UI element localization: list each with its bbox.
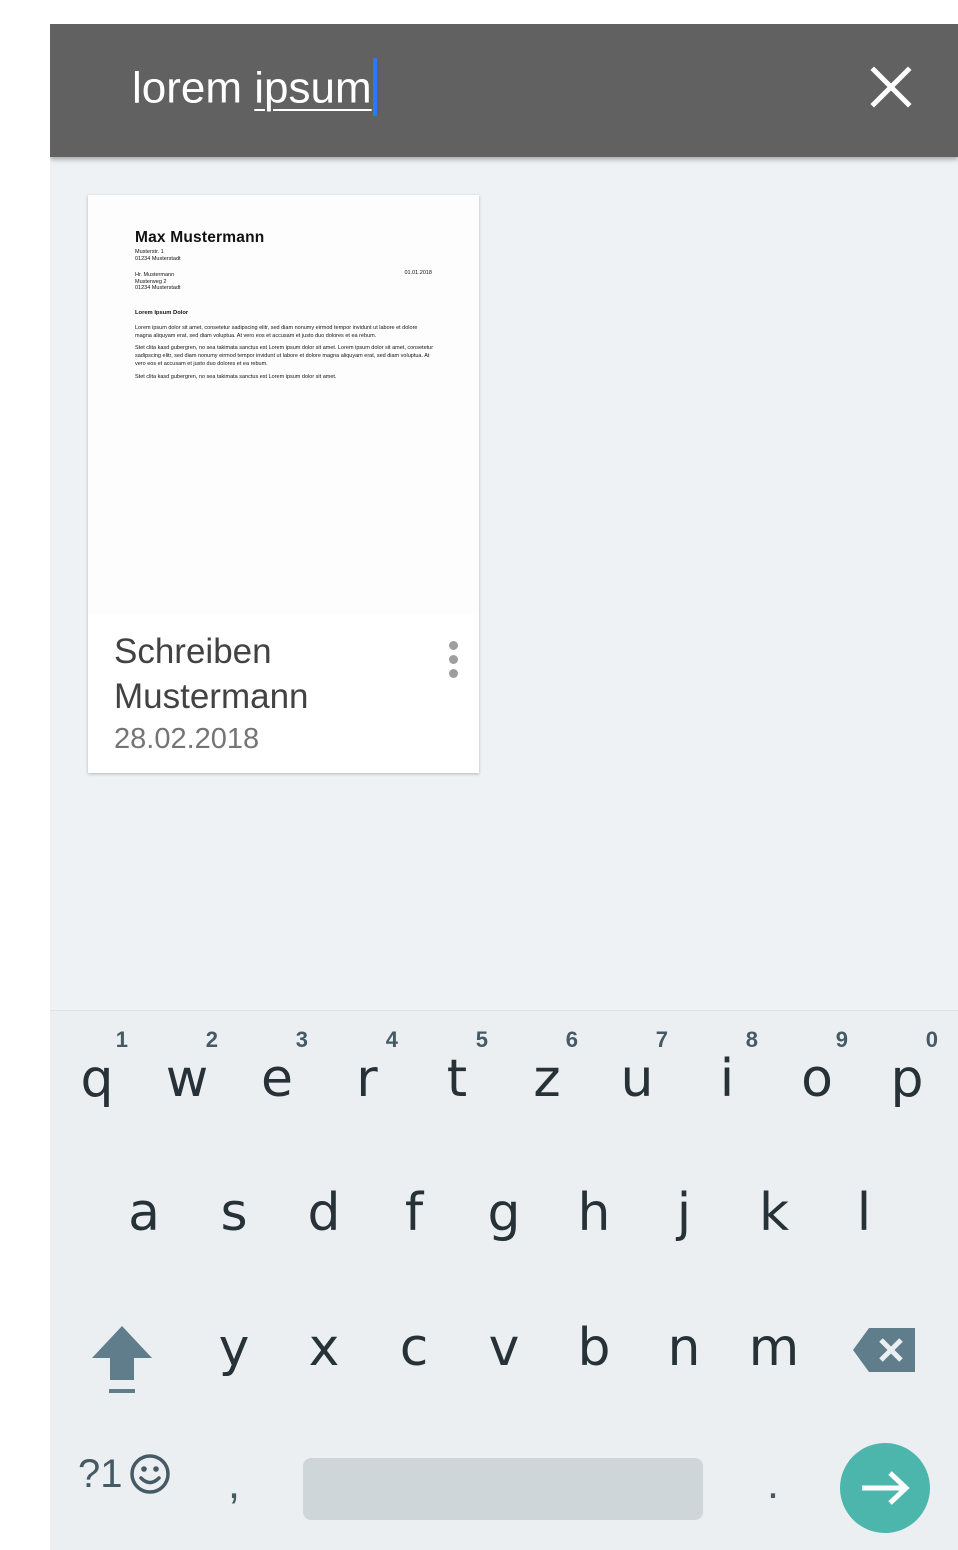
key-v[interactable]: v <box>459 1286 549 1406</box>
key-p[interactable]: 0p <box>862 1027 952 1147</box>
key-x[interactable]: x <box>279 1286 369 1406</box>
preview-sender-city: 01234 Musterstadt <box>135 255 181 262</box>
keyboard-row-2: a s d f g h j k l <box>50 1151 958 1271</box>
screen: lorem ipsum Max Mustermann Musterstr. 1 … <box>50 24 958 1550</box>
more-options-button[interactable] <box>444 641 462 681</box>
document-thumbnail: Max Mustermann Musterstr. 1 01234 Muster… <box>88 195 479 615</box>
key-e[interactable]: 3e <box>232 1027 322 1147</box>
key-w[interactable]: 2w <box>142 1027 232 1147</box>
backspace-icon <box>853 1328 915 1372</box>
preview-sender-name: Max Mustermann <box>135 229 265 246</box>
key-label: m <box>748 1318 800 1378</box>
key-f[interactable]: f <box>369 1151 459 1271</box>
keyboard-row-1: 1q 2w 3e 4r 5t 6z 7u 8i 9o 0p <box>50 1027 958 1147</box>
key-label: g <box>487 1183 521 1243</box>
key-label: q <box>80 1049 114 1109</box>
document-title-line: Schreiben <box>114 632 272 671</box>
key-u[interactable]: 7u <box>592 1027 682 1147</box>
text-cursor <box>372 58 377 116</box>
key-label: d <box>307 1183 341 1243</box>
key-l[interactable]: l <box>819 1151 909 1271</box>
shift-key[interactable] <box>80 1296 170 1406</box>
search-query-word-underlined: ipsum <box>254 63 372 113</box>
close-icon <box>870 66 912 108</box>
key-label: x <box>308 1318 340 1378</box>
symbols-key-label: ?1 <box>78 1452 123 1496</box>
key-m[interactable]: m <box>729 1286 819 1406</box>
more-vert-icon <box>449 641 458 650</box>
preview-subject: Lorem Ipsum Dolor <box>135 309 189 316</box>
key-label: c <box>399 1318 429 1378</box>
preview-paragraph: Lorem ipsum dolor sit amet, consetetur s… <box>135 324 418 339</box>
space-bar[interactable] <box>303 1458 703 1520</box>
letter-preview: Max Mustermann Musterstr. 1 01234 Muster… <box>135 229 435 381</box>
enter-key[interactable] <box>840 1443 930 1533</box>
document-card[interactable]: Max Mustermann Musterstr. 1 01234 Muster… <box>88 195 479 773</box>
document-title: Schreiben Mustermann <box>114 629 434 719</box>
preview-paragraph: Stet clita kasd gubergren, no sea takima… <box>135 344 434 368</box>
preview-date: 01.01.2018 <box>404 270 432 276</box>
comma-key-label: , <box>227 1459 241 1508</box>
preview-recipient-city: 01234 Musterstadt <box>135 285 181 291</box>
key-b[interactable]: b <box>549 1286 639 1406</box>
more-vert-icon-dot <box>449 655 458 664</box>
key-a[interactable]: a <box>99 1151 189 1271</box>
document-title-line: Mustermann <box>114 677 309 716</box>
key-label: w <box>165 1049 209 1109</box>
key-y[interactable]: y <box>189 1286 279 1406</box>
key-label: n <box>667 1318 701 1378</box>
key-g[interactable]: g <box>459 1151 549 1271</box>
key-d[interactable]: d <box>279 1151 369 1271</box>
key-z[interactable]: 6z <box>502 1027 592 1147</box>
arrow-right-icon <box>862 1471 910 1505</box>
search-query-word: lorem <box>132 63 243 113</box>
key-j[interactable]: j <box>639 1151 729 1271</box>
key-r[interactable]: 4r <box>322 1027 412 1147</box>
key-n[interactable]: n <box>639 1286 729 1406</box>
key-label: e <box>261 1049 293 1109</box>
key-label: b <box>577 1318 611 1378</box>
key-q[interactable]: 1q <box>52 1027 142 1147</box>
key-label: k <box>758 1183 790 1243</box>
key-label: p <box>890 1049 924 1109</box>
key-label: l <box>856 1183 872 1243</box>
key-s[interactable]: s <box>189 1151 279 1271</box>
key-label: v <box>488 1318 520 1378</box>
symbols-key[interactable]: ?1 <box>78 1444 171 1504</box>
search-toolbar: lorem ipsum <box>50 24 958 157</box>
key-t[interactable]: 5t <box>412 1027 502 1147</box>
emoji-icon <box>130 1454 170 1494</box>
backspace-key[interactable] <box>845 1296 925 1386</box>
key-label: t <box>446 1049 468 1109</box>
preview-paragraph: Stet clita kasd gubergren, no sea takima… <box>135 373 337 380</box>
key-i[interactable]: 8i <box>682 1027 772 1147</box>
key-label: a <box>128 1183 160 1243</box>
key-label: y <box>218 1318 250 1378</box>
shift-icon <box>92 1326 152 1393</box>
key-label: r <box>356 1049 378 1109</box>
key-label: f <box>404 1183 424 1243</box>
period-key[interactable]: . <box>755 1444 791 1524</box>
key-label: h <box>577 1183 611 1243</box>
period-key-label: . <box>766 1459 780 1508</box>
key-label: o <box>801 1049 833 1109</box>
key-c[interactable]: c <box>369 1286 459 1406</box>
comma-key[interactable]: , <box>216 1444 252 1524</box>
key-label: i <box>719 1049 735 1109</box>
key-label: z <box>533 1049 561 1109</box>
search-input[interactable]: lorem ipsum <box>132 58 377 120</box>
key-label: j <box>676 1183 692 1243</box>
key-label: s <box>220 1183 248 1243</box>
key-label: u <box>620 1049 654 1109</box>
more-vert-icon-dot <box>449 669 458 678</box>
close-search-button[interactable] <box>868 64 914 110</box>
key-h[interactable]: h <box>549 1151 639 1271</box>
key-o[interactable]: 9o <box>772 1027 862 1147</box>
keyboard-row-3: y x c v b n m <box>50 1286 958 1406</box>
document-date: 28.02.2018 <box>114 723 260 755</box>
key-k[interactable]: k <box>729 1151 819 1271</box>
